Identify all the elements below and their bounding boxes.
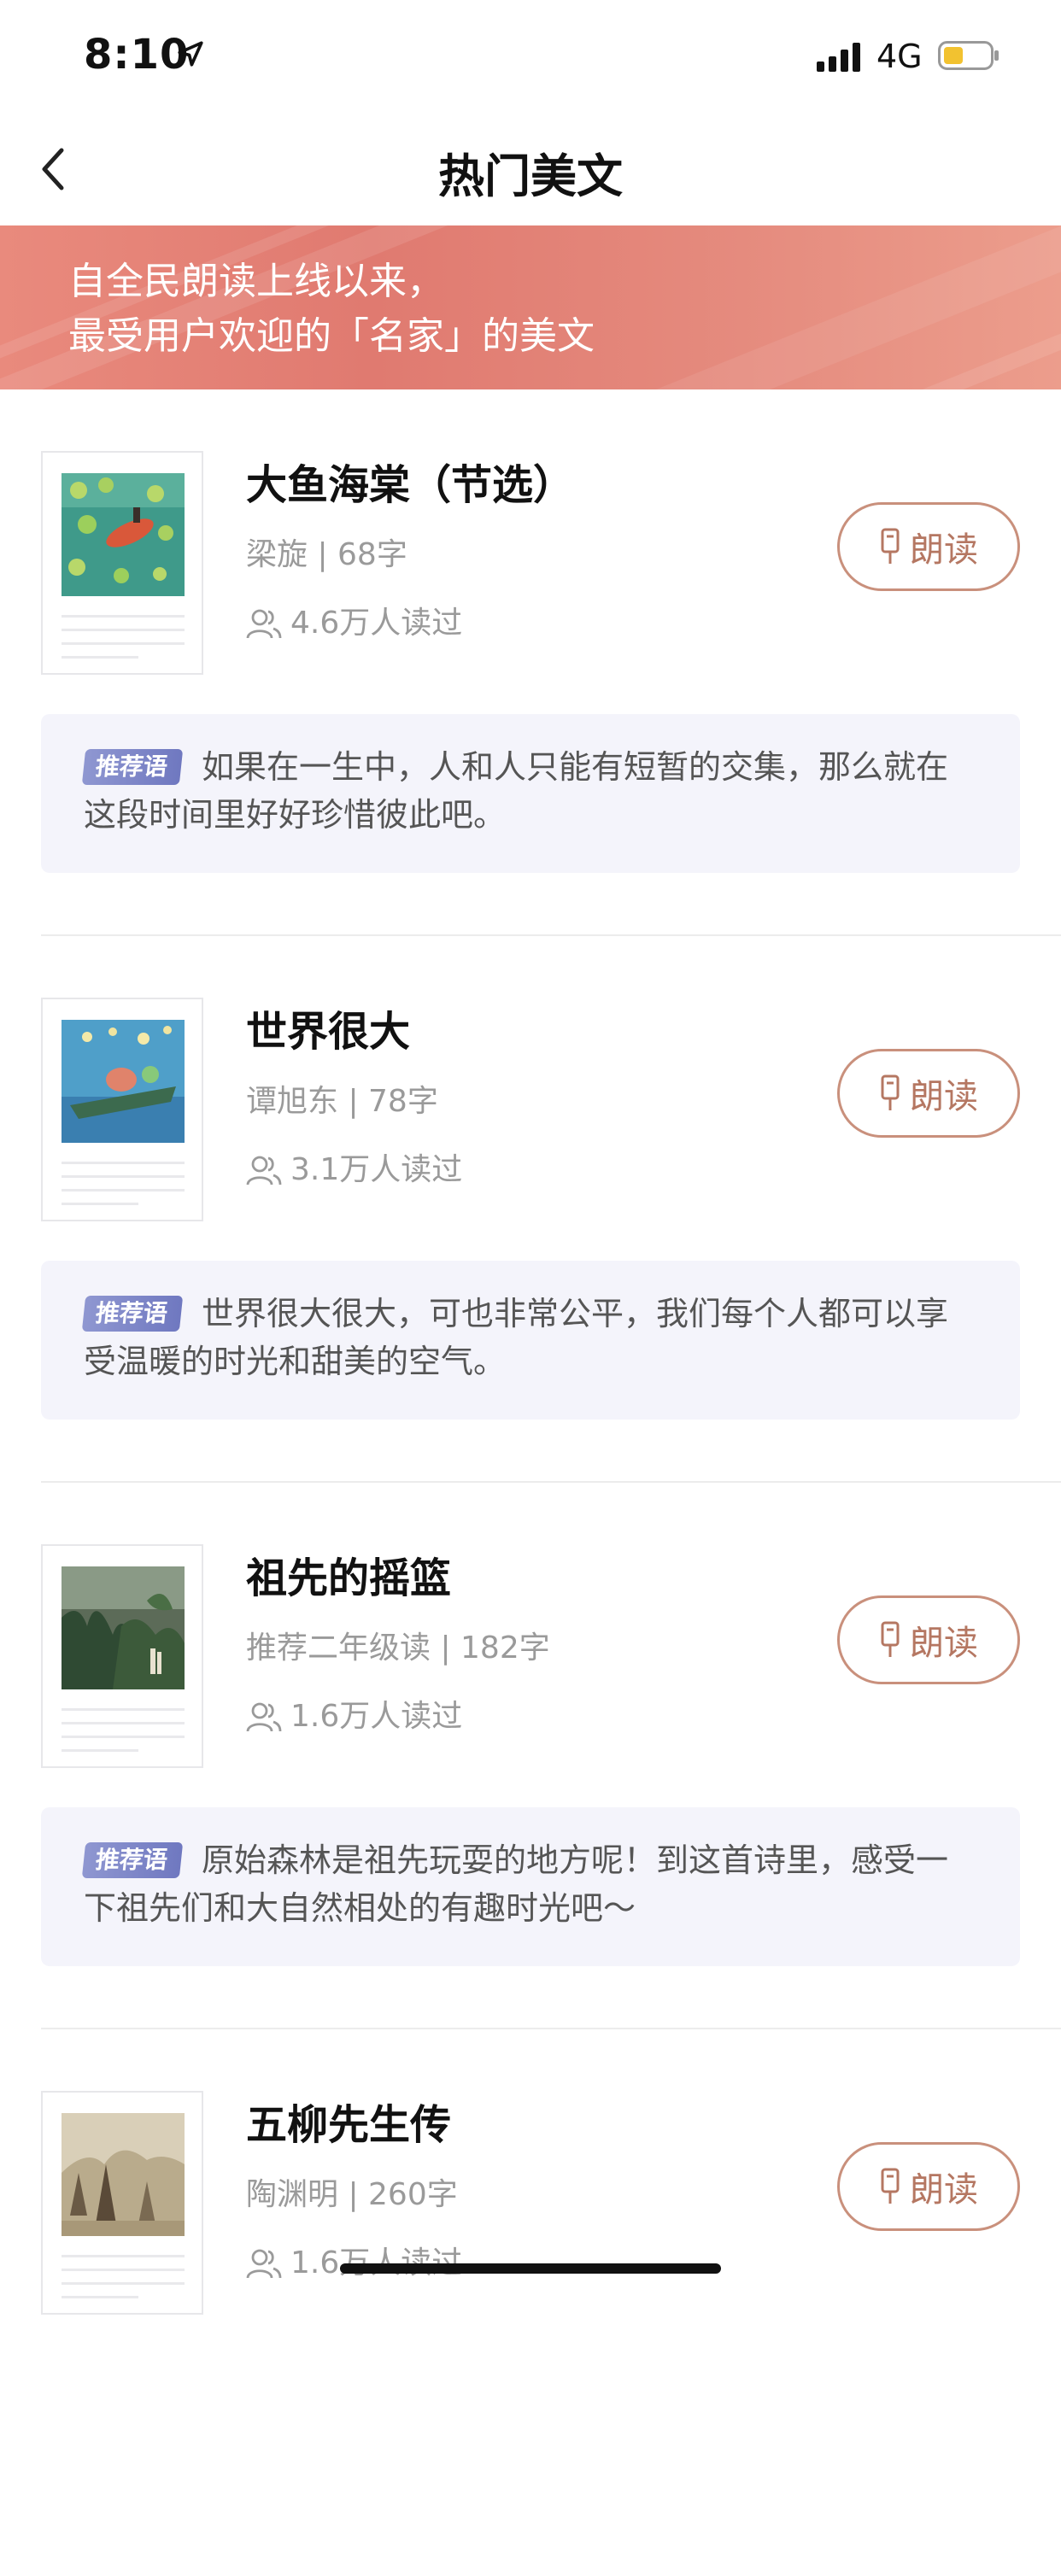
banner-line-2: 最受用户欢迎的「名家」的美文 [68, 314, 595, 358]
intro-banner: 自全民朗读上线以来， 最受用户欢迎的「名家」的美文 [0, 225, 1061, 389]
cover-illustration-landscape-painting [62, 2113, 185, 2236]
article-title[interactable]: 祖先的摇篮 [246, 1544, 451, 1604]
status-bar: 8:10 4G [0, 0, 1061, 113]
recommendation-text: 原始森林是祖先玩耍的地方呢！到这首诗里，感受一下祖先们和大自然相处的有趣时光吧～ [84, 1841, 949, 1927]
article-list: 大鱼海棠（节选） 梁旋 | 68字 4.6万人读过 朗读 推荐语 如果在一生中，… [0, 389, 1061, 2576]
article-meta: 推荐二年级读 | 182字 [246, 1630, 550, 1666]
recommendation-text: 世界很大很大，可也非常公平，我们每个人都可以享受温暖的时光和甜美的空气。 [84, 1295, 949, 1380]
article-card[interactable]: 大鱼海棠（节选） 梁旋 | 68字 4.6万人读过 朗读 推荐语 如果在一生中，… [0, 389, 1061, 936]
network-type: 4G [876, 38, 923, 75]
location-arrow-icon [178, 41, 203, 67]
article-cover[interactable] [41, 1544, 203, 1768]
recommend-tag: 推荐语 [81, 1842, 184, 1878]
read-aloud-label: 朗读 [910, 1624, 978, 1663]
read-aloud-label: 朗读 [910, 1077, 978, 1116]
read-aloud-button[interactable]: 朗读 [837, 1595, 1020, 1684]
recommend-tag: 推荐语 [81, 1296, 184, 1332]
article-title[interactable]: 世界很大 [246, 998, 410, 1057]
article-cover[interactable] [41, 2091, 203, 2315]
status-time: 8:10 [84, 31, 190, 79]
reader-count: 4.6万人读过 [246, 598, 462, 642]
users-icon [246, 2249, 282, 2279]
read-aloud-button[interactable]: 朗读 [837, 502, 1020, 591]
cover-illustration-boat [62, 1020, 185, 1143]
cover-illustration-jungle [62, 1566, 185, 1689]
battery-icon [938, 41, 999, 70]
reader-count: 3.1万人读过 [246, 1145, 462, 1189]
article-cover[interactable] [41, 998, 203, 1221]
read-aloud-label: 朗读 [910, 2170, 978, 2210]
article-cover[interactable] [41, 451, 203, 675]
article-title[interactable]: 五柳先生传 [246, 2091, 451, 2151]
cover-illustration-fish [62, 473, 185, 596]
home-indicator[interactable] [340, 2263, 721, 2274]
reader-count-text: 3.1万人读过 [290, 1152, 463, 1187]
users-icon [246, 609, 282, 639]
reader-count: 1.6万人读过 [246, 1691, 462, 1736]
recommendation-box: 推荐语 如果在一生中，人和人只能有短暂的交集，那么就在这段时间里好好珍惜彼此吧。 [41, 714, 1020, 873]
read-aloud-button[interactable]: 朗读 [837, 2142, 1020, 2231]
read-aloud-button[interactable]: 朗读 [837, 1049, 1020, 1138]
microphone-icon [881, 528, 900, 564]
article-meta: 谭旭东 | 78字 [246, 1084, 438, 1119]
banner-text: 自全民朗读上线以来， 最受用户欢迎的「名家」的美文 [68, 255, 595, 364]
nav-bar: 热门美文 [0, 113, 1061, 225]
article-meta: 梁旋 | 68字 [246, 537, 407, 572]
page-title: 热门美文 [438, 149, 623, 203]
reader-count: 1.6万人读过 [246, 2238, 462, 2282]
article-card[interactable]: 世界很大 谭旭东 | 78字 3.1万人读过 朗读 推荐语 世界很大很大，可也非… [0, 936, 1061, 1483]
microphone-icon [881, 2168, 900, 2204]
reader-count-text: 1.6万人读过 [290, 1699, 463, 1734]
cellular-signal-icon [817, 43, 860, 72]
recommend-tag: 推荐语 [81, 749, 184, 785]
banner-line-1: 自全民朗读上线以来， [68, 260, 444, 303]
microphone-icon [881, 1621, 900, 1657]
recommendation-text: 如果在一生中，人和人只能有短暂的交集，那么就在这段时间里好好珍惜彼此吧。 [84, 748, 949, 834]
recommendation-box: 推荐语 世界很大很大，可也非常公平，我们每个人都可以享受温暖的时光和甜美的空气。 [41, 1261, 1020, 1420]
reader-count-text: 4.6万人读过 [290, 606, 463, 641]
article-card[interactable]: 五柳先生传 陶渊明 | 260字 1.6万人读过 朗读 [0, 2029, 1061, 2576]
users-icon [246, 1156, 282, 1186]
article-card[interactable]: 祖先的摇篮 推荐二年级读 | 182字 1.6万人读过 朗读 推荐语 原始森林是… [0, 1483, 1061, 2029]
users-icon [246, 1702, 282, 1732]
read-aloud-label: 朗读 [910, 530, 978, 570]
recommendation-box: 推荐语 原始森林是祖先玩耍的地方呢！到这首诗里，感受一下祖先们和大自然相处的有趣时… [41, 1807, 1020, 1966]
article-title[interactable]: 大鱼海棠（节选） [246, 451, 574, 511]
microphone-icon [881, 1074, 900, 1110]
article-meta: 陶渊明 | 260字 [246, 2177, 458, 2212]
